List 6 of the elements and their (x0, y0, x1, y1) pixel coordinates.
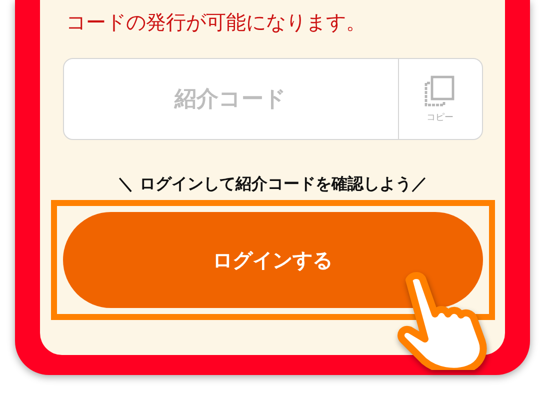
login-prompt: ＼ ログインして紹介コードを確認しよう／ (118, 173, 428, 195)
notice-text: コードの発行が可能になります。 (66, 9, 366, 36)
code-field[interactable]: 紹介コード コピー (62, 58, 482, 140)
login-button[interactable]: ログインする (62, 212, 482, 308)
copy-icon (423, 74, 457, 106)
copy-button[interactable]: コピー (398, 59, 482, 139)
